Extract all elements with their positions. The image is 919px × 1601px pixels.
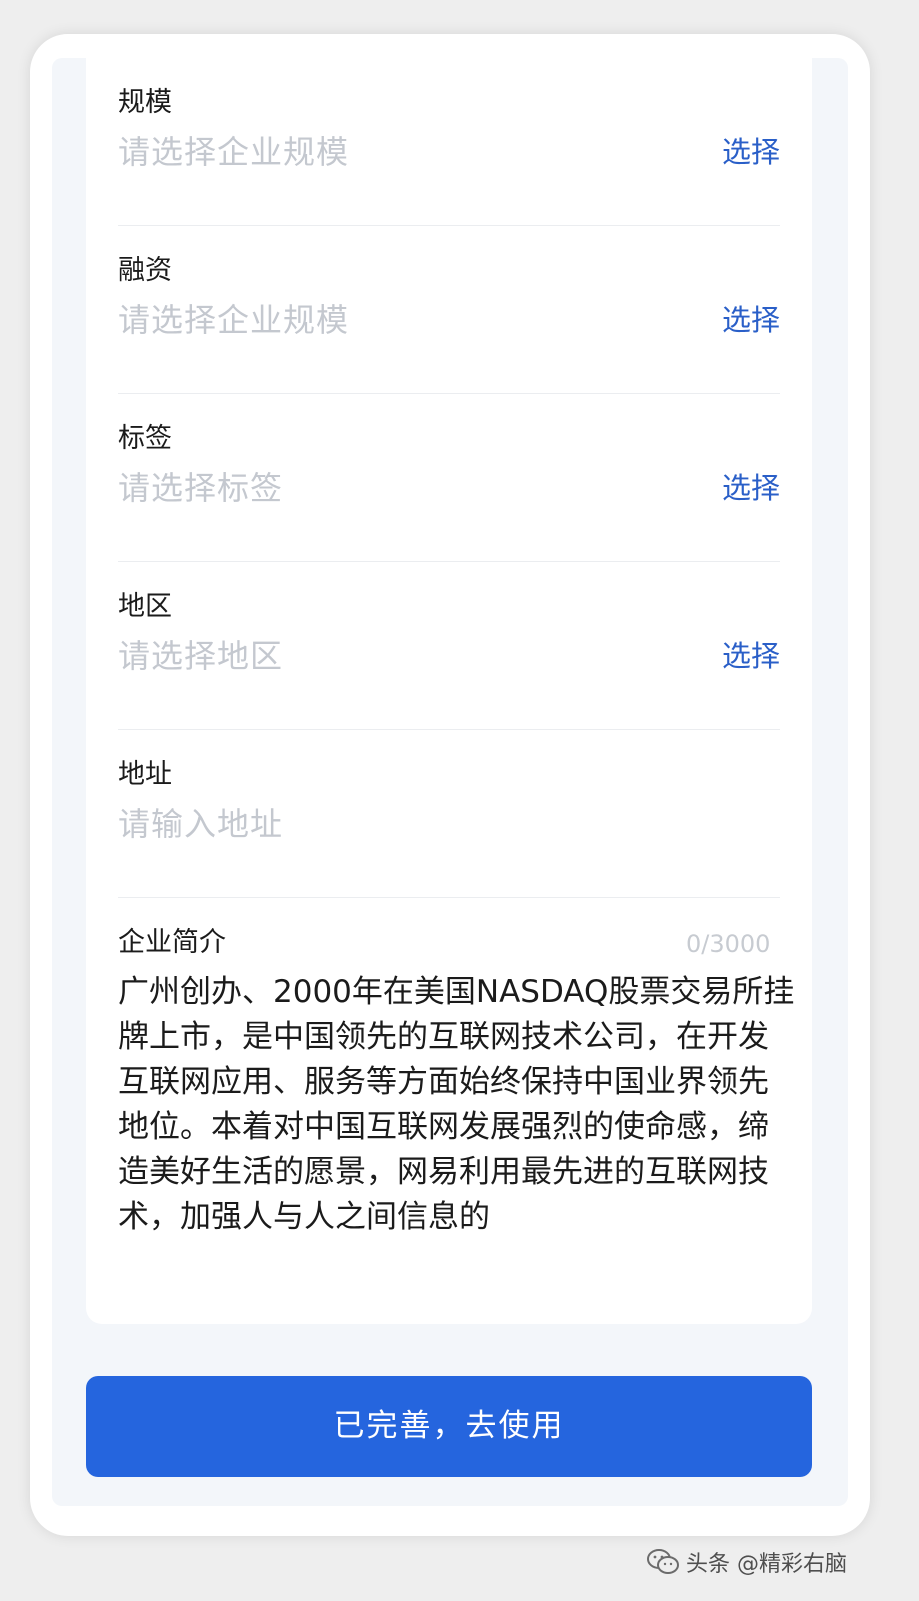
- scale-placeholder: 请选择企业规模: [118, 133, 350, 171]
- watermark-text: 头条 @精彩右脑: [686, 1552, 847, 1577]
- field-label: 地址: [118, 759, 172, 790]
- screen: 规模 请选择企业规模 选择 融资 请选择企业规模 选择 标签 请选择标签 选择 …: [52, 58, 848, 1506]
- scale-select-button[interactable]: 选择: [722, 132, 780, 172]
- region-select-button[interactable]: 选择: [722, 636, 780, 676]
- intro-char-counter: 0/3000: [686, 930, 771, 958]
- financing-placeholder: 请选择企业规模: [118, 301, 350, 339]
- intro-label: 企业简介: [118, 927, 226, 958]
- field-label: 标签: [118, 423, 172, 454]
- address-input[interactable]: 请输入地址: [118, 802, 283, 846]
- financing-select-button[interactable]: 选择: [722, 300, 780, 340]
- field-label: 地区: [118, 591, 172, 622]
- field-address[interactable]: 地址 请输入地址: [118, 730, 780, 898]
- field-region[interactable]: 地区 请选择地区 选择: [118, 562, 780, 730]
- tags-select-button[interactable]: 选择: [722, 468, 780, 508]
- submit-button[interactable]: 已完善，去使用: [86, 1376, 812, 1477]
- field-label: 规模: [118, 87, 172, 118]
- phone-frame: 规模 请选择企业规模 选择 融资 请选择企业规模 选择 标签 请选择标签 选择 …: [30, 34, 870, 1536]
- wechat-icon: [647, 1549, 679, 1574]
- form-card: 规模 请选择企业规模 选择 融资 请选择企业规模 选择 标签 请选择标签 选择 …: [86, 58, 812, 1324]
- intro-textarea[interactable]: 广州创办、2000年在美国NASDAQ股票交易所挂牌上市，是中国领先的互联网技术…: [118, 970, 798, 1240]
- field-tags[interactable]: 标签 请选择标签 选择: [118, 394, 780, 562]
- watermark: 头条 @精彩右脑: [646, 1542, 847, 1582]
- tags-placeholder: 请选择标签: [118, 469, 284, 507]
- region-placeholder: 请选择地区: [118, 637, 284, 675]
- field-scale[interactable]: 规模 请选择企业规模 选择: [118, 58, 780, 226]
- field-label: 融资: [118, 255, 172, 286]
- intro-section: 企业简介 0/3000 广州创办、2000年在美国NASDAQ股票交易所挂牌上市…: [118, 898, 798, 1298]
- field-financing[interactable]: 融资 请选择企业规模 选择: [118, 226, 780, 394]
